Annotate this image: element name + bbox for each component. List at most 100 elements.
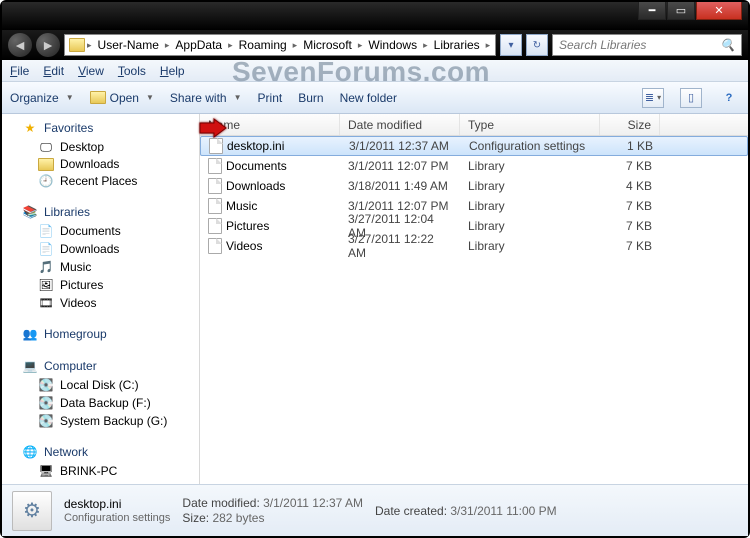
- sidebar-item-pictures[interactable]: 🖼Pictures: [2, 276, 199, 294]
- file-type: Library: [460, 179, 600, 193]
- sidebar-item-drive-f[interactable]: 💽Data Backup (F:): [2, 394, 199, 412]
- desktop-icon: 🖵: [38, 139, 54, 155]
- menu-edit[interactable]: Edit: [43, 64, 64, 78]
- drive-icon: 💽: [38, 395, 54, 411]
- burn-button[interactable]: Burn: [298, 91, 323, 105]
- share-with-button[interactable]: Share with▼: [170, 91, 242, 105]
- file-size: 1 KB: [601, 139, 661, 153]
- folder-icon: [38, 158, 54, 171]
- column-type[interactable]: Type: [460, 114, 600, 135]
- print-button[interactable]: Print: [258, 91, 283, 105]
- file-row[interactable]: Downloads3/18/2011 1:49 AMLibrary4 KB: [200, 176, 748, 196]
- command-bar: Organize▼ Open▼ Share with▼ Print Burn N…: [2, 82, 748, 114]
- details-created-label: Date created:: [375, 504, 447, 518]
- music-icon: 🎵: [38, 259, 54, 275]
- sidebar-item-drive-c[interactable]: 💽Local Disk (C:): [2, 376, 199, 394]
- file-type: Library: [460, 159, 600, 173]
- file-size: 7 KB: [600, 219, 660, 233]
- document-icon: 📄: [38, 223, 54, 239]
- chevron-right-icon[interactable]: ▸: [228, 40, 233, 51]
- sidebar-computer[interactable]: 💻Computer: [2, 356, 199, 376]
- file-date: 3/1/2011 12:07 PM: [340, 159, 460, 173]
- file-name: Videos: [226, 239, 262, 253]
- sidebar-libraries[interactable]: 📚Libraries: [2, 202, 199, 222]
- chevron-right-icon[interactable]: ▸: [87, 40, 92, 51]
- file-icon: [208, 158, 222, 174]
- drive-icon: 💽: [38, 377, 54, 393]
- file-type: Configuration settings: [461, 139, 601, 153]
- chevron-right-icon[interactable]: ▸: [165, 40, 170, 51]
- address-bar[interactable]: ▸ User-Name ▸ AppData ▸ Roaming ▸ Micros…: [64, 34, 496, 56]
- file-row[interactable]: Music3/1/2011 12:07 PMLibrary7 KB: [200, 196, 748, 216]
- sidebar-network[interactable]: 🌐Network: [2, 442, 199, 462]
- open-button[interactable]: Open▼: [90, 91, 154, 105]
- sidebar-homegroup[interactable]: 👥Homegroup: [2, 324, 199, 344]
- file-date: 3/27/2011 12:22 AM: [340, 232, 460, 260]
- search-input[interactable]: Search Libraries 🔍: [552, 34, 742, 56]
- column-date[interactable]: Date modified: [340, 114, 460, 135]
- document-icon: 📄: [38, 241, 54, 257]
- breadcrumb-segment[interactable]: AppData: [171, 38, 226, 52]
- search-placeholder: Search Libraries: [559, 38, 646, 52]
- file-type: Library: [460, 199, 600, 213]
- breadcrumb-segment[interactable]: Roaming: [235, 38, 291, 52]
- column-name[interactable]: Name: [200, 114, 340, 135]
- details-filetype: Configuration settings: [64, 512, 170, 524]
- details-modified: 3/1/2011 12:37 AM: [263, 496, 363, 510]
- file-icon: [208, 178, 222, 194]
- sidebar-item-music[interactable]: 🎵Music: [2, 258, 199, 276]
- maximize-button[interactable]: ▭: [667, 2, 695, 20]
- breadcrumb-segment[interactable]: Libraries: [430, 38, 484, 52]
- sidebar-item-desktop[interactable]: 🖵Desktop: [2, 138, 199, 156]
- sidebar-item-documents[interactable]: 📄Documents: [2, 222, 199, 240]
- sidebar-item-lib-downloads[interactable]: 📄Downloads: [2, 240, 199, 258]
- file-row[interactable]: desktop.ini3/1/2011 12:37 AMConfiguratio…: [200, 136, 748, 156]
- file-row[interactable]: Pictures3/27/2011 12:04 AMLibrary7 KB: [200, 216, 748, 236]
- breadcrumb-segment[interactable]: User-Name: [94, 38, 163, 52]
- sidebar-item-videos[interactable]: 🎞Videos: [2, 294, 199, 312]
- chevron-right-icon[interactable]: ▸: [423, 40, 428, 51]
- file-list-pane: Name Date modified Type Size desktop.ini…: [200, 114, 748, 484]
- menu-view[interactable]: View: [78, 64, 104, 78]
- file-type: Library: [460, 219, 600, 233]
- drive-icon: 💽: [38, 413, 54, 429]
- new-folder-button[interactable]: New folder: [340, 91, 397, 105]
- menu-tools[interactable]: Tools: [118, 64, 146, 78]
- search-icon: 🔍: [720, 38, 735, 52]
- minimize-button[interactable]: ━: [638, 2, 666, 20]
- navigation-pane: ★Favorites 🖵Desktop Downloads 🕘Recent Pl…: [2, 114, 200, 484]
- breadcrumb-segment[interactable]: Microsoft: [299, 38, 356, 52]
- sidebar-item-drive-g[interactable]: 💽System Backup (G:): [2, 412, 199, 430]
- details-size-label: Size:: [182, 511, 209, 525]
- menu-help[interactable]: Help: [160, 64, 185, 78]
- file-icon: [209, 138, 223, 154]
- star-icon: ★: [22, 120, 38, 136]
- back-button[interactable]: ◄: [8, 33, 32, 57]
- close-button[interactable]: ✕: [696, 2, 742, 20]
- sidebar-item-network-pc[interactable]: 🖥BRINK-PC: [2, 462, 199, 480]
- pictures-icon: 🖼: [38, 277, 54, 293]
- chevron-right-icon[interactable]: ▸: [486, 40, 491, 51]
- nav-bar: ◄ ► ▸ User-Name ▸ AppData ▸ Roaming ▸ Mi…: [2, 30, 748, 60]
- menu-file[interactable]: File: [10, 64, 29, 78]
- file-size: 7 KB: [600, 159, 660, 173]
- sidebar-item-downloads[interactable]: Downloads: [2, 156, 199, 172]
- file-date: 3/18/2011 1:49 AM: [340, 179, 460, 193]
- chevron-right-icon[interactable]: ▸: [358, 40, 363, 51]
- file-row[interactable]: Documents3/1/2011 12:07 PMLibrary7 KB: [200, 156, 748, 176]
- organize-button[interactable]: Organize▼: [10, 91, 74, 105]
- breadcrumb-segment[interactable]: Windows: [364, 38, 421, 52]
- sidebar-favorites[interactable]: ★Favorites: [2, 118, 199, 138]
- refresh-button[interactable]: ↻: [526, 34, 548, 56]
- chevron-right-icon[interactable]: ▸: [293, 40, 298, 51]
- sidebar-item-recent[interactable]: 🕘Recent Places: [2, 172, 199, 190]
- file-name: Downloads: [226, 179, 285, 193]
- view-options-button[interactable]: ≣ ▾: [642, 88, 664, 108]
- details-pane: ⚙ desktop.ini Configuration settings Dat…: [2, 484, 748, 536]
- forward-button[interactable]: ►: [36, 33, 60, 57]
- preview-pane-button[interactable]: ▯: [680, 88, 702, 108]
- help-button[interactable]: ?: [718, 88, 740, 108]
- file-row[interactable]: Videos3/27/2011 12:22 AMLibrary7 KB: [200, 236, 748, 256]
- column-size[interactable]: Size: [600, 114, 660, 135]
- history-dropdown-button[interactable]: ▾: [500, 34, 522, 56]
